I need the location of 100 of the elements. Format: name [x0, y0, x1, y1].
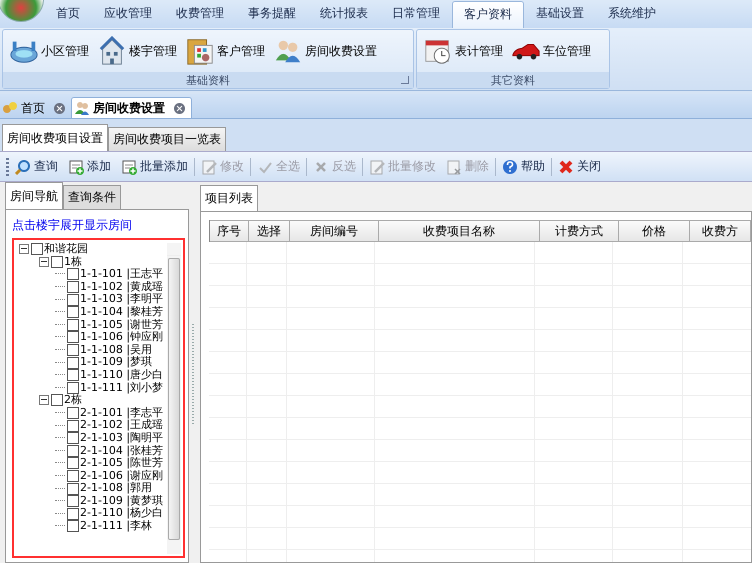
tree-item[interactable]: 2-1-105 |陈世芳	[17, 457, 167, 470]
page-tab[interactable]: 房间收费项目一览表	[108, 127, 226, 151]
checkbox[interactable]	[67, 432, 79, 444]
toolbar-button[interactable]: 关闭	[554, 156, 605, 177]
scrollbar[interactable]	[166, 243, 181, 554]
checkbox[interactable]	[67, 369, 79, 382]
checkbox[interactable]	[67, 294, 79, 306]
ribbon-button[interactable]: 小区管理	[7, 34, 91, 68]
ribbon-button[interactable]: 表计管理	[421, 34, 505, 68]
collapse-icon[interactable]	[19, 244, 29, 254]
dialog-launcher-icon[interactable]	[401, 76, 409, 84]
checkbox[interactable]	[67, 318, 79, 331]
tree-item[interactable]: 2-1-109 |黄梦琪	[17, 494, 167, 508]
menu-tab[interactable]: 基础设置	[524, 1, 596, 28]
checkbox[interactable]	[67, 470, 79, 482]
ribbon-button[interactable]: 楼宇管理	[95, 34, 179, 68]
ribbon-button[interactable]: 车位管理	[509, 34, 593, 68]
tree-item[interactable]: 1-1-102 |黄成瑶	[17, 280, 167, 294]
checkbox[interactable]	[67, 331, 79, 344]
tree-item[interactable]: 2-1-108 |郭用	[17, 482, 167, 495]
search-icon	[15, 158, 31, 174]
add-icon	[121, 158, 137, 174]
checkbox[interactable]	[51, 256, 63, 268]
ribbon-button[interactable]: 客户管理	[183, 34, 267, 68]
menu-tab[interactable]: 统计报表	[308, 1, 380, 28]
page-tab[interactable]: 房间收费项目设置	[2, 124, 108, 151]
tree-item[interactable]: 1-1-101 |王志平	[17, 268, 167, 281]
toolbar-button[interactable]: 查询	[11, 156, 62, 177]
column-header[interactable]: 计费方式	[540, 220, 619, 242]
column-header[interactable]: 序号	[210, 220, 249, 242]
close-icon[interactable]	[54, 102, 65, 114]
document-tab[interactable]: 首页	[0, 98, 71, 118]
toolbar-button[interactable]: 添加	[64, 156, 115, 177]
checkbox[interactable]	[67, 482, 79, 495]
list-tab[interactable]: 项目列表	[200, 185, 258, 211]
tree-item[interactable]: 2-1-110 |杨少白	[17, 507, 167, 520]
menu-tab[interactable]: 客户资料	[452, 1, 524, 28]
checkbox[interactable]	[67, 407, 79, 420]
tree-item[interactable]: 2-1-106 |谢应刚	[17, 470, 167, 482]
checkbox[interactable]	[67, 495, 79, 508]
menu-tab[interactable]: 系统维护	[596, 1, 668, 28]
checkbox[interactable]	[67, 268, 79, 280]
column-header[interactable]: 选择	[249, 220, 290, 242]
edit-icon	[369, 158, 385, 174]
checkbox[interactable]	[67, 444, 79, 457]
tree-item[interactable]: 2-1-103 |陶明平	[17, 432, 167, 444]
close-icon[interactable]	[174, 102, 185, 114]
building-icon	[97, 36, 127, 66]
nav-tab[interactable]: 查询条件	[63, 185, 121, 209]
checkbox[interactable]	[67, 306, 79, 318]
nav-tab[interactable]: 房间导航	[5, 182, 63, 209]
toolbar-button[interactable]: 帮助	[498, 156, 549, 177]
edit-icon	[201, 158, 217, 174]
checkbox[interactable]	[51, 394, 63, 406]
checkbox[interactable]	[67, 508, 79, 520]
document-tab[interactable]: 房间收费设置	[71, 97, 192, 118]
checkbox[interactable]	[67, 356, 79, 369]
ribbon-button[interactable]: 房间收费设置	[271, 34, 379, 68]
help-icon	[502, 158, 518, 174]
group-title: 其它资料	[491, 72, 535, 88]
tree-item[interactable]: 2栋	[17, 394, 167, 407]
menu-tab[interactable]: 应收管理	[92, 1, 164, 28]
tree-item[interactable]: 1-1-106 |钟应刚	[17, 331, 167, 344]
column-header[interactable]: 收费方	[690, 220, 751, 242]
group-title: 基础资料	[186, 72, 230, 88]
column-header[interactable]: 价格	[619, 220, 690, 242]
tree-item[interactable]: 1-1-108 |吴用	[17, 344, 167, 356]
tree-item[interactable]: 1-1-109 |梦琪	[17, 356, 167, 369]
tree-item[interactable]: 1-1-111 |刘小梦	[17, 382, 167, 394]
people-icon	[74, 100, 90, 116]
tree-item[interactable]: 2-1-104 |张桂芳	[17, 444, 167, 458]
tree-item[interactable]: 1-1-110 |唐少白	[17, 368, 167, 382]
delete-icon	[446, 158, 462, 174]
toolbar-button[interactable]: 批量添加	[117, 156, 192, 177]
tree-item[interactable]: 2-1-102 |王成瑶	[17, 419, 167, 432]
column-header[interactable]: 房间编号	[290, 220, 379, 242]
tree-item[interactable]: 1-1-104 |黎桂芳	[17, 306, 167, 319]
collapse-icon[interactable]	[39, 395, 49, 406]
collapse-icon[interactable]	[39, 256, 49, 267]
checkbox[interactable]	[31, 243, 43, 256]
hint-link[interactable]: 点击楼宇展开显示房间	[12, 217, 185, 234]
checkbox[interactable]	[67, 420, 79, 432]
tree-item[interactable]: 2-1-101 |李志平	[17, 406, 167, 420]
menu-tab[interactable]: 事务提醒	[236, 1, 308, 28]
tree-item[interactable]: 和谐花园	[17, 243, 167, 256]
menu-tab[interactable]: 收费管理	[164, 1, 236, 28]
tree-item[interactable]: 1-1-103 |李明平	[17, 293, 167, 306]
checkbox[interactable]	[67, 344, 79, 356]
menu-tab[interactable]: 首页	[44, 1, 92, 28]
add-icon	[68, 158, 84, 174]
checkbox[interactable]	[67, 382, 79, 394]
tree-item[interactable]: 1栋	[17, 256, 167, 268]
checkbox[interactable]	[67, 457, 79, 470]
menu-tab[interactable]: 日常管理	[380, 1, 452, 28]
tree-item[interactable]: 1-1-105 |谢世芳	[17, 318, 167, 332]
checkbox[interactable]	[67, 281, 79, 294]
checkbox[interactable]	[67, 520, 79, 532]
tree-item[interactable]: 2-1-111 |李林	[17, 520, 167, 533]
close-icon	[558, 158, 574, 174]
column-header[interactable]: 收费项目名称	[379, 220, 540, 242]
